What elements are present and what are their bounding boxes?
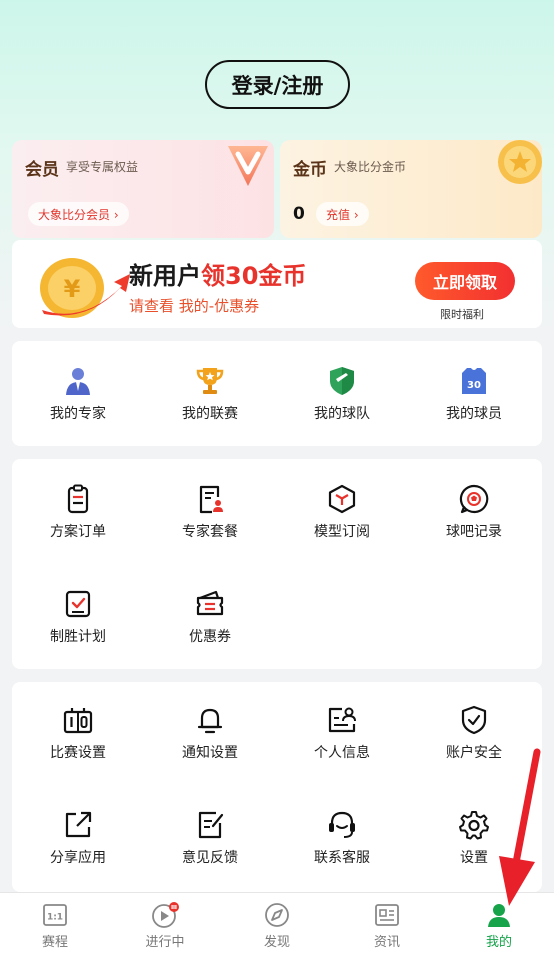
promo-title: 新用户领30金币	[129, 256, 306, 291]
my-players-item[interactable]: 30 我的球员	[408, 365, 540, 445]
member-card-subtitle: 享受专属权益	[66, 160, 139, 174]
scoreboard-icon	[63, 708, 93, 734]
tab-schedule[interactable]: 1:1 赛程	[0, 893, 110, 954]
my-teams-label: 我的球队	[314, 406, 370, 422]
share-app-item[interactable]: 分享应用	[12, 809, 144, 889]
tab-live[interactable]: 进行中	[110, 893, 220, 954]
model-subscription-item[interactable]: 模型订阅	[276, 483, 408, 563]
tab-discover[interactable]: 发现	[222, 893, 332, 954]
tab-discover-label: 发现	[263, 935, 290, 950]
expert-icon	[66, 368, 90, 395]
profile-card-icon	[328, 707, 356, 733]
svg-text:1:1: 1:1	[47, 913, 63, 923]
account-security-label: 账户安全	[446, 745, 502, 761]
coin-card[interactable]: 金币 大象比分金币 0 充值 ›	[280, 140, 542, 238]
settings-item[interactable]: 设置	[408, 809, 540, 889]
cube-icon	[328, 484, 356, 514]
match-settings-item[interactable]: 比赛设置	[12, 704, 144, 784]
coin-card-title: 金币	[293, 160, 327, 180]
login-register-button[interactable]: 登录/注册	[205, 60, 350, 109]
expert-package-icon	[199, 485, 223, 514]
tab-mine[interactable]: 我的	[444, 893, 554, 954]
tab-mine-label: 我的	[485, 935, 512, 950]
limited-offer-note: 限时福利	[440, 308, 484, 321]
new-user-promo-banner[interactable]: ¥ 新用户领30金币 请查看 我的-优惠券 立即领取 限时福利	[12, 240, 542, 328]
shield-check-icon	[461, 705, 487, 735]
coupons-label: 优惠券	[189, 629, 231, 645]
coin-arrow-icon: ¥	[40, 258, 130, 318]
recharge-link[interactable]: 充值 ›	[316, 202, 369, 226]
expert-packages-item[interactable]: 专家套餐	[144, 483, 276, 563]
plan-orders-item[interactable]: 方案订单	[12, 483, 144, 563]
settings-panel: 比赛设置 通知设置 个人信息 账户安全 分享应用 意见反馈 联系客服 设置	[12, 682, 542, 892]
user-icon	[488, 904, 510, 927]
favorites-panel: 我的专家 我的联赛 我的球队 30 我的球员	[12, 341, 542, 446]
feedback-item[interactable]: 意见反馈	[144, 809, 276, 889]
share-icon	[65, 811, 92, 838]
news-icon	[375, 904, 399, 926]
promo-title-part1: 新用户	[129, 262, 201, 290]
svg-text:30: 30	[467, 380, 481, 391]
winning-plan-label: 制胜计划	[50, 629, 106, 645]
tab-news[interactable]: 资讯	[332, 893, 442, 954]
member-link[interactable]: 大象比分会员 ›	[28, 202, 129, 226]
team-shield-icon	[330, 367, 354, 395]
ball-chat-records-label: 球吧记录	[446, 524, 502, 540]
my-experts-item[interactable]: 我的专家	[12, 365, 144, 445]
headset-icon	[329, 811, 355, 838]
gold-coin-icon	[498, 140, 542, 184]
my-players-label: 我的球员	[446, 406, 502, 422]
live-play-icon	[152, 902, 179, 928]
my-leagues-label: 我的联赛	[182, 406, 238, 422]
coin-balance: 0	[293, 204, 305, 224]
svg-text:¥: ¥	[64, 275, 81, 303]
plan-orders-label: 方案订单	[50, 524, 106, 540]
tab-live-label: 进行中	[145, 935, 185, 950]
ball-chat-icon	[459, 484, 489, 514]
account-security-item[interactable]: 账户安全	[408, 704, 540, 784]
services-panel: 方案订单 专家套餐 模型订阅 球吧记录 制胜计划 优惠券	[12, 459, 542, 669]
member-card-title: 会员	[25, 160, 59, 180]
claim-now-button[interactable]: 立即领取	[415, 262, 515, 300]
customer-service-item[interactable]: 联系客服	[276, 809, 408, 889]
jersey-icon: 30	[462, 368, 486, 394]
personal-info-label: 个人信息	[314, 745, 370, 761]
match-settings-label: 比赛设置	[50, 745, 106, 761]
bell-icon	[197, 708, 223, 734]
tab-schedule-label: 赛程	[41, 935, 68, 950]
my-teams-item[interactable]: 我的球队	[276, 365, 408, 445]
personal-info-item[interactable]: 个人信息	[276, 704, 408, 784]
coupon-icon	[196, 590, 224, 616]
coin-card-subtitle: 大象比分金币	[334, 160, 407, 174]
winning-plan-item[interactable]: 制胜计划	[12, 588, 144, 668]
gear-icon	[459, 811, 489, 840]
notification-settings-item[interactable]: 通知设置	[144, 704, 276, 784]
schedule-icon: 1:1	[43, 904, 67, 926]
my-leagues-item[interactable]: 我的联赛	[144, 365, 276, 445]
order-doc-icon	[67, 484, 89, 514]
member-card[interactable]: 会员 享受专属权益 大象比分会员 ›	[12, 140, 274, 238]
promo-subtitle: 请查看 我的-优惠券	[129, 297, 260, 315]
ball-chat-records-item[interactable]: 球吧记录	[408, 483, 540, 563]
trophy-icon	[196, 368, 224, 394]
coupons-item[interactable]: 优惠券	[144, 588, 276, 668]
plan-check-icon	[65, 590, 91, 618]
settings-label: 设置	[460, 850, 488, 866]
feedback-edit-icon	[198, 811, 224, 839]
vip-badge-icon	[228, 146, 268, 186]
bottom-tab-bar: 1:1 赛程 进行中 发现 资讯 我的	[0, 892, 554, 954]
customer-service-label: 联系客服	[314, 850, 370, 866]
notification-settings-label: 通知设置	[182, 745, 238, 761]
expert-packages-label: 专家套餐	[182, 524, 238, 540]
share-app-label: 分享应用	[50, 850, 106, 866]
my-experts-label: 我的专家	[50, 406, 106, 422]
compass-icon	[265, 903, 289, 927]
feedback-label: 意见反馈	[182, 850, 238, 866]
promo-title-part2: 领30金币	[201, 262, 307, 290]
model-subscription-label: 模型订阅	[314, 524, 370, 540]
tab-news-label: 资讯	[373, 935, 400, 950]
